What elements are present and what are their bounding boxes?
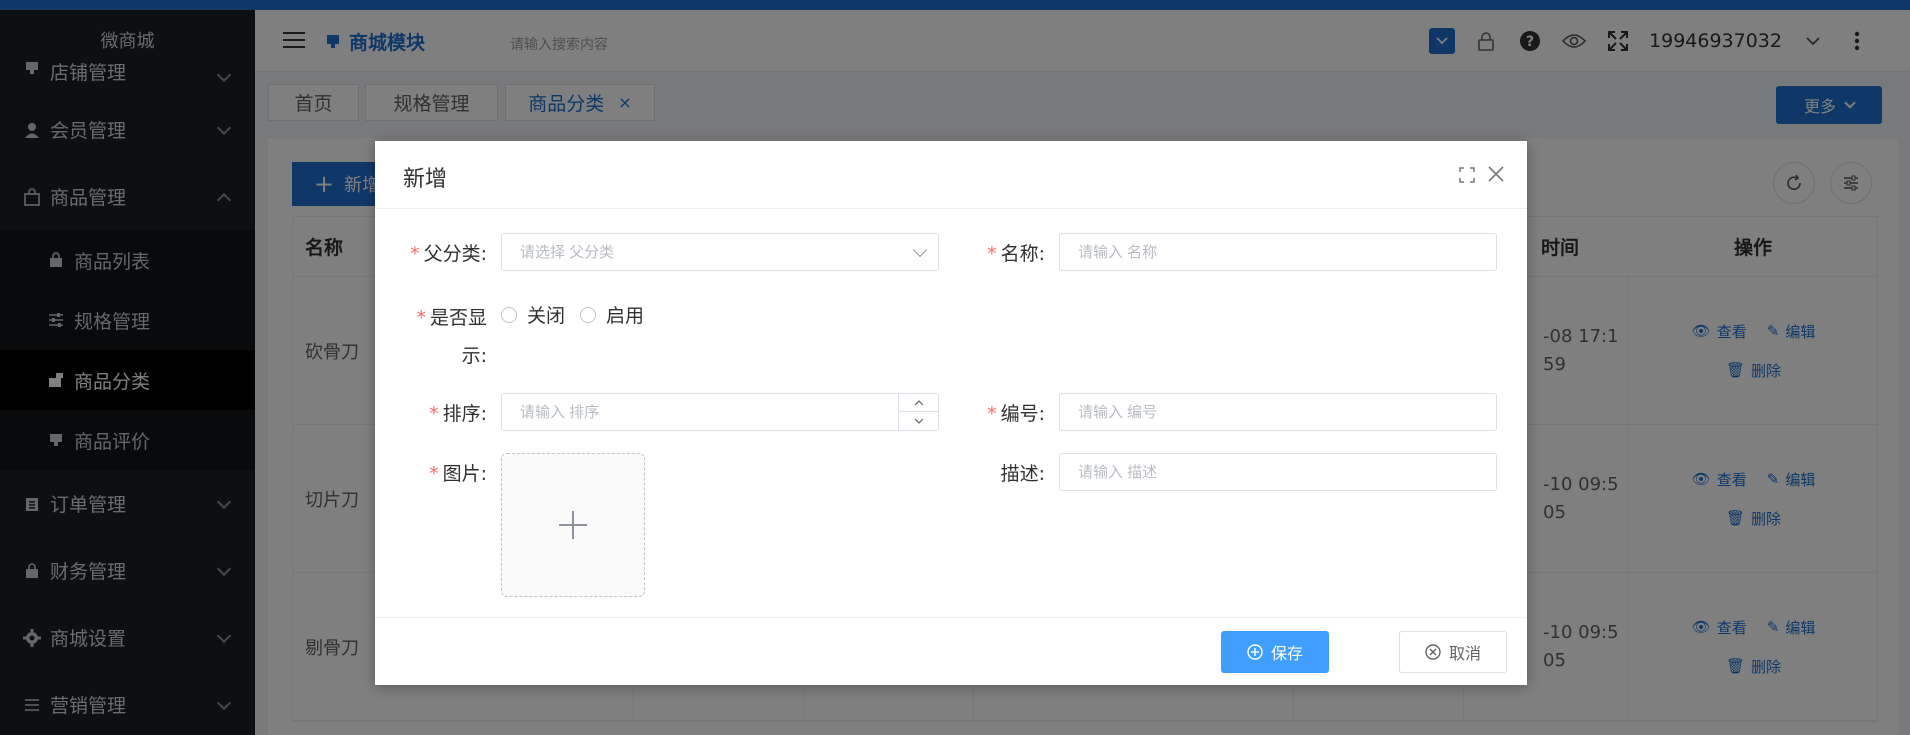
close-icon[interactable] xyxy=(1487,165,1505,183)
radio-on-label: 启用 xyxy=(606,305,645,327)
plus-circle-icon xyxy=(1247,644,1263,660)
image-upload[interactable] xyxy=(501,453,645,597)
plus-icon xyxy=(559,511,587,539)
show-label-line2: 示: xyxy=(461,345,487,367)
add-category-dialog: 新增 *父分类: *名称: *是否显 示: 关闭 启用 *排序: xyxy=(375,141,1527,685)
maximize-icon[interactable] xyxy=(1459,167,1475,183)
cancel-button-label: 取消 xyxy=(1448,644,1481,663)
required-mark: * xyxy=(410,243,420,265)
save-button[interactable]: 保存 xyxy=(1221,631,1329,673)
parent-category-select[interactable] xyxy=(501,233,939,271)
required-mark: * xyxy=(429,403,439,425)
decrement-button[interactable] xyxy=(899,412,938,430)
sort-label-text: 排序: xyxy=(442,403,487,425)
dialog-title: 新增 xyxy=(403,167,448,192)
required-mark: * xyxy=(987,403,997,425)
required-mark: * xyxy=(416,307,426,329)
radio-off[interactable]: 关闭 xyxy=(501,301,565,328)
description-label: 描述: xyxy=(935,459,1045,486)
sort-input[interactable] xyxy=(501,393,939,431)
show-label-line1: 是否显 xyxy=(429,307,487,329)
radio-on[interactable]: 启用 xyxy=(580,301,644,328)
parent-category-label-text: 父分类: xyxy=(423,243,487,265)
parent-category-label: * 父分类: xyxy=(375,239,487,266)
radio-off-label: 关闭 xyxy=(527,305,566,327)
image-label-text: 图片: xyxy=(442,463,487,485)
cancel-button[interactable]: 取消 xyxy=(1399,631,1507,673)
sort-stepper xyxy=(898,394,938,430)
chevron-up-icon xyxy=(914,399,923,405)
required-mark: * xyxy=(429,463,439,485)
dialog-footer: 保存 取消 xyxy=(375,617,1527,685)
image-label: * 图片: xyxy=(375,459,487,486)
sort-label: * 排序: xyxy=(375,399,487,426)
code-label: * 编号: xyxy=(935,399,1045,426)
name-label: * 名称: xyxy=(935,239,1045,266)
description-label-text: 描述: xyxy=(1000,463,1045,485)
save-button-label: 保存 xyxy=(1270,644,1303,663)
code-input[interactable] xyxy=(1059,393,1497,431)
description-input[interactable] xyxy=(1059,453,1497,491)
dialog-body: *父分类: *名称: *是否显 示: 关闭 启用 *排序: xyxy=(375,209,1527,617)
dialog-header: 新增 xyxy=(375,141,1527,209)
chevron-down-icon xyxy=(914,418,923,424)
required-mark: * xyxy=(987,243,997,265)
increment-button[interactable] xyxy=(899,394,938,412)
code-label-text: 编号: xyxy=(1000,403,1045,425)
radio-circle-icon xyxy=(580,306,596,323)
show-label: * 是否显 示: xyxy=(375,299,487,375)
name-input[interactable] xyxy=(1059,233,1497,271)
name-label-text: 名称: xyxy=(1000,243,1045,265)
close-circle-icon xyxy=(1425,644,1441,660)
radio-circle-icon xyxy=(501,306,517,323)
